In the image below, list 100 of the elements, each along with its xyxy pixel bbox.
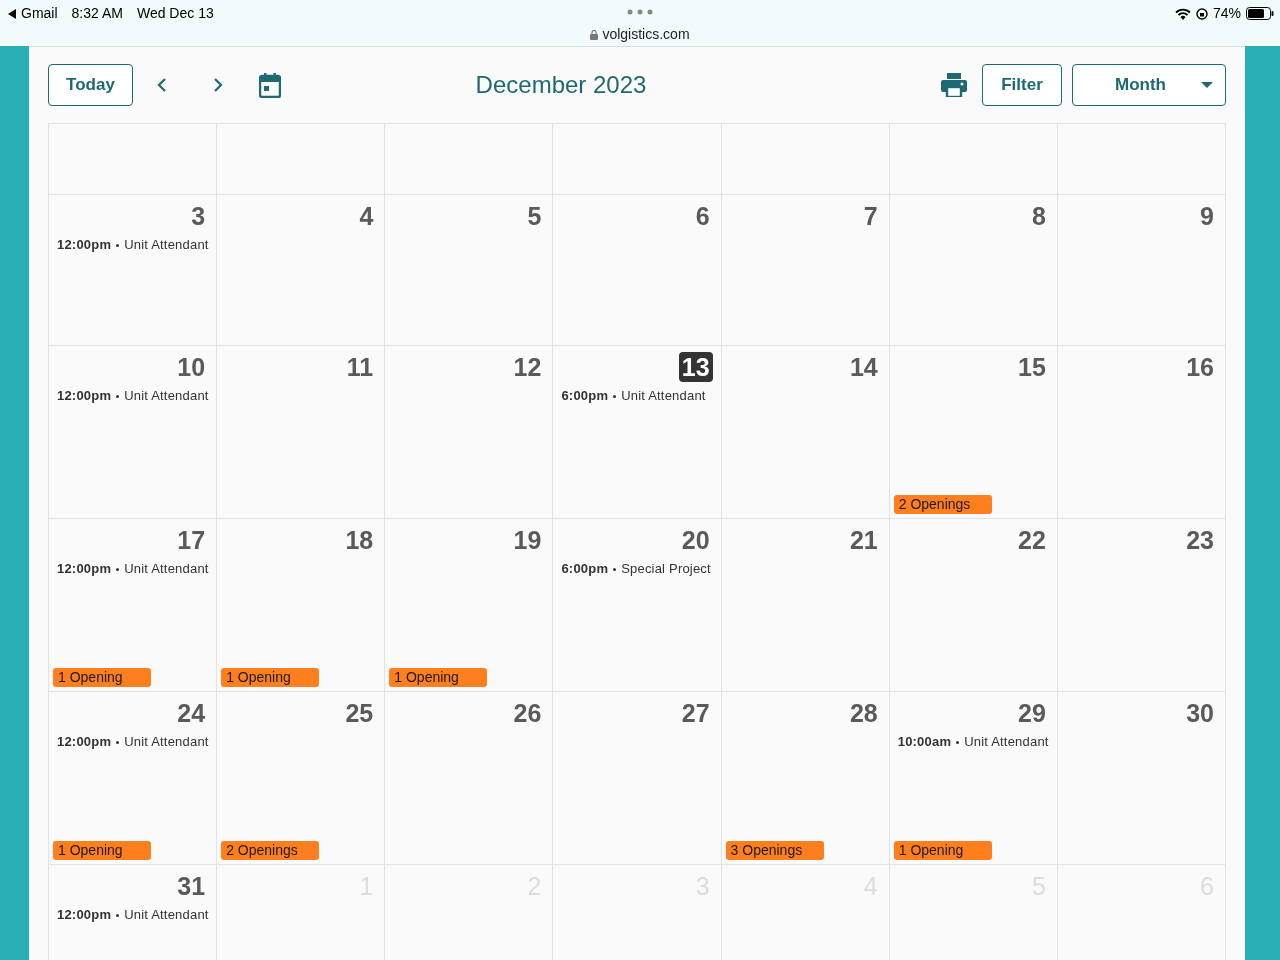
openings-badge[interactable]: 1 Opening [221, 668, 320, 687]
day-cell[interactable] [384, 124, 553, 195]
day-cell[interactable]: 21 [720, 519, 889, 692]
print-icon[interactable] [941, 73, 967, 97]
day-cell[interactable]: 28 3 Openings [720, 692, 889, 865]
day-cell[interactable]: 4 [216, 195, 385, 346]
day-number: 8 [1030, 201, 1047, 231]
day-cell[interactable] [216, 124, 385, 195]
openings-badge[interactable]: 1 Opening [53, 841, 151, 860]
month-title: December 2023 [475, 70, 647, 100]
day-number: 15 [1017, 352, 1047, 382]
event-title[interactable]: Unit Attendant [964, 734, 1049, 749]
event-title[interactable]: Unit Attendant [124, 907, 209, 922]
event-time[interactable]: 10:00am [897, 734, 952, 749]
day-cell[interactable] [888, 124, 1057, 195]
event-time[interactable]: 12:00pm [57, 237, 112, 252]
chevron-left-icon[interactable] [157, 77, 167, 93]
day-number: 16 [1185, 352, 1215, 382]
day-cell[interactable]: 3 12:00pm Unit Attendant [48, 195, 217, 346]
day-cell[interactable] [1056, 124, 1225, 195]
event-time[interactable]: 12:00pm [57, 907, 112, 922]
day-cell[interactable]: 23 [1056, 519, 1225, 692]
bullet-icon [116, 568, 120, 572]
day-number: 19 [512, 525, 543, 555]
day-cell[interactable]: 27 [552, 692, 721, 865]
event-title[interactable]: Special Project [621, 561, 711, 576]
event-title[interactable]: Unit Attendant [124, 561, 209, 576]
openings-badge[interactable]: 2 Openings [221, 841, 320, 860]
bullet-icon [613, 395, 617, 399]
day-cell[interactable]: 30 [1056, 692, 1225, 865]
day-number: 14 [848, 352, 879, 382]
day-cell[interactable]: 26 [384, 692, 553, 865]
event-time[interactable]: 12:00pm [57, 561, 112, 576]
event-time[interactable]: 12:00pm [57, 388, 112, 403]
bullet-icon [116, 244, 120, 248]
openings-badge[interactable]: 1 Opening [893, 841, 992, 860]
filter-button[interactable]: Filter [982, 64, 1062, 106]
day-cell[interactable]: 29 10:00am Unit Attendant 1 Opening [888, 692, 1057, 865]
day-cell[interactable]: 12 [384, 346, 553, 519]
day-number: 10 [176, 352, 207, 382]
bullet-icon [116, 741, 120, 745]
dropdown-caret-icon [1201, 82, 1213, 88]
event-time[interactable]: 6:00pm [561, 561, 609, 576]
battery-icon [1246, 7, 1274, 20]
rotation-lock-icon [1195, 7, 1208, 20]
day-cell[interactable]: 18 1 Opening [216, 519, 385, 692]
day-cell[interactable] [552, 124, 721, 195]
day-number: 31 [176, 871, 207, 901]
day-number: 30 [1185, 698, 1215, 728]
day-cell[interactable]: 14 [720, 346, 889, 519]
event-time[interactable]: 6:00pm [561, 388, 609, 403]
day-cell[interactable]: 17 12:00pm Unit Attendant 1 Opening [48, 519, 217, 692]
calendar-icon[interactable] [259, 72, 281, 98]
day-cell[interactable]: 15 2 Openings [888, 346, 1057, 519]
day-cell[interactable]: 25 2 Openings [216, 692, 385, 865]
day-cell[interactable]: 5 [384, 195, 553, 346]
day-cell[interactable]: 19 1 Opening [384, 519, 553, 692]
day-number: 11 [345, 352, 375, 382]
day-cell[interactable]: 7 [720, 195, 889, 346]
event-title[interactable]: Unit Attendant [621, 388, 706, 403]
day-cell[interactable]: 11 [216, 346, 385, 519]
day-cell[interactable] [720, 124, 889, 195]
day-cell[interactable]: 22 [888, 519, 1057, 692]
day-number: 17 [176, 525, 207, 555]
day-cell[interactable]: 6 [552, 195, 721, 346]
chevron-right-icon[interactable] [213, 77, 223, 93]
day-cell[interactable]: 9 [1056, 195, 1225, 346]
bullet-icon [613, 568, 617, 572]
event-title[interactable]: Unit Attendant [124, 734, 209, 749]
dots-icon[interactable] [627, 9, 653, 15]
day-number: 13 [678, 352, 713, 382]
openings-badge[interactable]: 3 Openings [725, 841, 824, 860]
day-number: 26 [512, 698, 543, 728]
status-date: Wed Dec 13 [136, 4, 214, 23]
day-cell[interactable]: 24 12:00pm Unit Attendant 1 Opening [48, 692, 217, 865]
day-cell[interactable]: 20 6:00pm Special Project [552, 519, 721, 692]
day-number: 12 [512, 352, 543, 382]
day-number: 23 [1185, 525, 1215, 555]
day-cell[interactable]: 13 6:00pm Unit Attendant [552, 346, 721, 519]
openings-badge[interactable]: 2 Openings [893, 495, 992, 514]
event-title[interactable]: Unit Attendant [124, 388, 209, 403]
event-time[interactable]: 12:00pm [57, 734, 112, 749]
wifi-icon [1174, 7, 1191, 20]
day-number: 18 [344, 525, 375, 555]
back-arrow-icon[interactable] [8, 8, 17, 19]
day-cell[interactable]: 16 [1056, 346, 1225, 519]
event-title[interactable]: Unit Attendant [124, 237, 209, 252]
url-text[interactable]: volgistics.com [602, 24, 690, 45]
day-cell[interactable]: 10 12:00pm Unit Attendant [48, 346, 217, 519]
day-number: 9 [1199, 201, 1215, 231]
view-select[interactable]: Month [1072, 64, 1226, 106]
today-button[interactable]: Today [48, 64, 133, 106]
day-cell[interactable]: 8 [888, 195, 1057, 346]
bullet-icon [956, 741, 960, 745]
day-number: 25 [344, 698, 375, 728]
openings-badge[interactable]: 1 Opening [53, 668, 151, 687]
back-app-label[interactable]: Gmail [21, 3, 58, 24]
day-number: 21 [848, 525, 879, 555]
day-cell[interactable] [48, 124, 217, 195]
openings-badge[interactable]: 1 Opening [389, 668, 488, 687]
